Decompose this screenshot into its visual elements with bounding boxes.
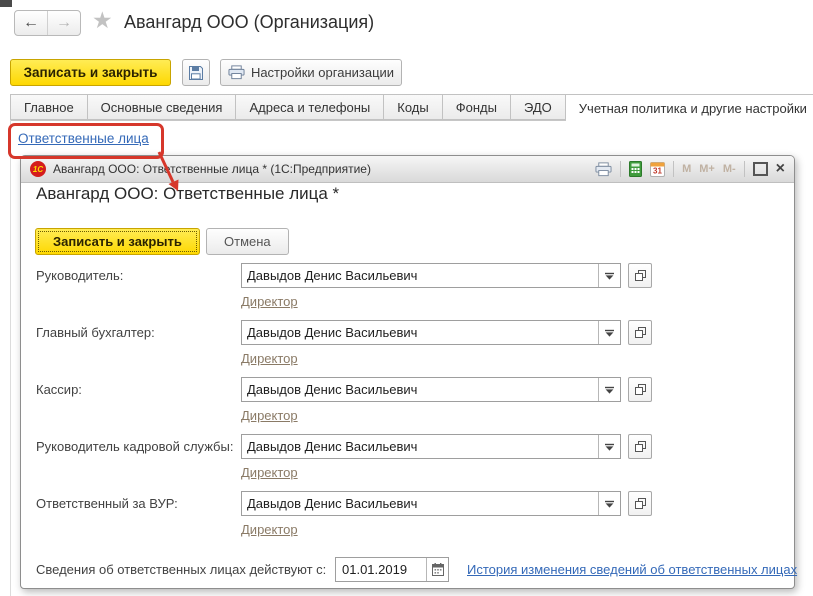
position-link[interactable]: Директор: [241, 522, 298, 537]
open-person-button[interactable]: [628, 434, 652, 459]
favorite-star-icon[interactable]: ★: [92, 7, 113, 34]
chevron-down-icon: [605, 272, 614, 280]
person-input-wrap: [241, 491, 621, 516]
open-in-window-icon: [634, 384, 646, 395]
field-row-otvetstvennyy-vur: Ответственный за ВУР: Директор: [21, 486, 794, 543]
tab-kody[interactable]: Коды: [384, 94, 443, 120]
open-person-button[interactable]: [628, 263, 652, 288]
svg-text:31: 31: [653, 167, 662, 176]
dropdown-button[interactable]: [598, 492, 620, 515]
tab-adresa-i-telefony[interactable]: Адреса и телефоны: [236, 94, 385, 120]
field-label: Руководитель:: [36, 268, 124, 283]
titlebar-separator: [620, 161, 622, 177]
field-label: Руководитель кадровой службы:: [36, 439, 234, 454]
person-input-wrap: [241, 320, 621, 345]
memory-subtract-button[interactable]: M-: [723, 163, 736, 175]
date-picker-button[interactable]: [426, 558, 448, 581]
tab-edo[interactable]: ЭДО: [510, 94, 566, 120]
maximize-icon[interactable]: [752, 162, 768, 176]
effective-date-input[interactable]: [336, 558, 426, 581]
position-link[interactable]: Директор: [241, 351, 298, 366]
open-in-window-icon: [634, 270, 646, 281]
field-row-rukovoditel: Руководитель: Директор: [21, 258, 794, 315]
tab-osnovnye-svedeniya[interactable]: Основные сведения: [87, 94, 237, 120]
save-button[interactable]: [182, 59, 210, 86]
page-title: Авангард ООО (Организация): [124, 12, 375, 32]
forward-button[interactable]: →: [47, 11, 80, 35]
field-label: Кассир:: [36, 382, 82, 397]
person-input[interactable]: [242, 492, 598, 515]
responsible-persons-link[interactable]: Ответственные лица: [18, 131, 149, 146]
open-person-button[interactable]: [628, 377, 652, 402]
close-icon[interactable]: ×: [776, 161, 785, 177]
history-link[interactable]: История изменения сведений об ответствен…: [467, 562, 797, 577]
printer-icon: [228, 65, 245, 80]
memory-recall-button[interactable]: M: [682, 163, 691, 175]
dialog-heading: Авангард ООО: Ответственные лица *: [36, 184, 340, 203]
1c-logo-icon: 1С: [30, 161, 46, 177]
org-settings-button[interactable]: Настройки организации: [220, 59, 402, 86]
person-input[interactable]: [242, 435, 598, 458]
titlebar-separator: [743, 161, 745, 177]
person-input-wrap: [241, 434, 621, 459]
position-link[interactable]: Директор: [241, 408, 298, 423]
effective-date-wrap: [335, 557, 449, 582]
titlebar-separator: [673, 161, 675, 177]
tab-uchetnaya-politika[interactable]: Учетная политика и другие настройки: [565, 94, 813, 122]
person-input[interactable]: [242, 378, 598, 401]
org-settings-label: Настройки организации: [250, 65, 395, 80]
back-button[interactable]: ←: [15, 11, 47, 35]
history-nav: ← →: [14, 10, 81, 36]
chevron-down-icon: [605, 386, 614, 394]
floppy-disk-icon: [188, 65, 204, 81]
dropdown-button[interactable]: [598, 321, 620, 344]
tab-fondy[interactable]: Фонды: [442, 94, 511, 120]
save-and-close-button[interactable]: Записать и закрыть: [10, 59, 171, 86]
dialog-save-and-close-button[interactable]: Записать и закрыть: [35, 228, 200, 255]
tab-panel-left-border: [10, 120, 11, 596]
person-input-wrap: [241, 263, 621, 288]
responsible-persons-dialog: 1С Авангард ООО: Ответственные лица * (1…: [20, 155, 797, 589]
tab-bar: Главное Основные сведения Адреса и телеф…: [10, 94, 813, 122]
open-in-window-icon: [634, 498, 646, 509]
dropdown-button[interactable]: [598, 435, 620, 458]
position-link[interactable]: Директор: [241, 294, 298, 309]
tab-glavnoe[interactable]: Главное: [10, 94, 88, 120]
chevron-down-icon: [605, 329, 614, 337]
person-input[interactable]: [242, 264, 598, 287]
memory-add-button[interactable]: M+: [699, 163, 715, 175]
dialog-titlebar[interactable]: 1С Авангард ООО: Ответственные лица * (1…: [21, 156, 794, 183]
dropdown-button[interactable]: [598, 264, 620, 287]
field-label: Ответственный за ВУР:: [36, 496, 178, 511]
open-in-window-icon: [634, 327, 646, 338]
calendar-icon[interactable]: 31: [650, 161, 666, 177]
calendar-icon: [431, 563, 444, 576]
window-edge-mark: [0, 0, 12, 7]
open-person-button[interactable]: [628, 320, 652, 345]
field-row-rukovoditel-kadrovoy: Руководитель кадровой службы: Директор: [21, 429, 794, 486]
effective-date-label: Сведения об ответственных лицах действую…: [36, 562, 327, 577]
person-input[interactable]: [242, 321, 598, 344]
field-row-kassir: Кассир: Директор: [21, 372, 794, 429]
person-input-wrap: [241, 377, 621, 402]
dialog-titlebar-text: Авангард ООО: Ответственные лица * (1С:П…: [53, 162, 371, 176]
calculator-icon[interactable]: [629, 161, 643, 177]
field-row-glavnyy-buhgalter: Главный бухгалтер: Директор: [21, 315, 794, 372]
field-label: Главный бухгалтер:: [36, 325, 155, 340]
position-link[interactable]: Директор: [241, 465, 298, 480]
dialog-cancel-button[interactable]: Отмена: [206, 228, 289, 255]
open-person-button[interactable]: [628, 491, 652, 516]
print-icon[interactable]: [595, 161, 612, 177]
chevron-down-icon: [605, 443, 614, 451]
chevron-down-icon: [605, 500, 614, 508]
dropdown-button[interactable]: [598, 378, 620, 401]
open-in-window-icon: [634, 441, 646, 452]
